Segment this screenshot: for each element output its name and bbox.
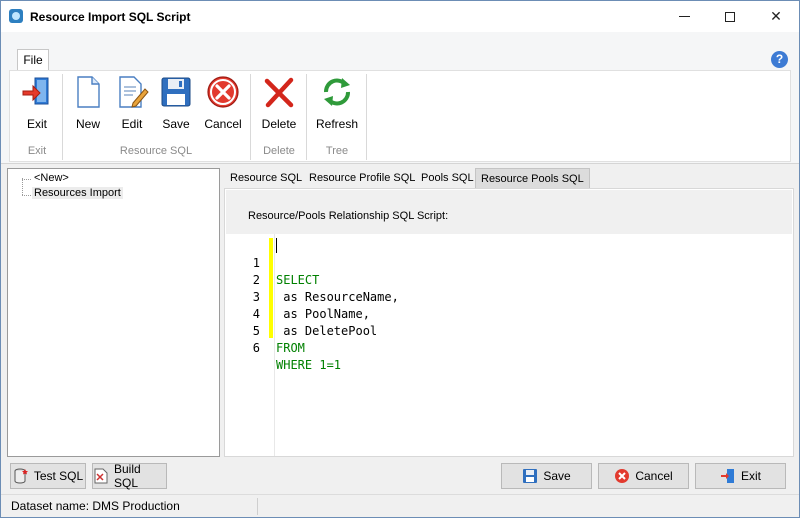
save-label: Save xyxy=(543,469,571,483)
new-ribbon-button[interactable]: New xyxy=(68,75,108,133)
database-icon xyxy=(13,468,29,484)
code-text: WHERE 1=1 xyxy=(276,358,342,372)
ribbon: File ? Exit Exit New Edit Save Cancel Re… xyxy=(1,32,799,164)
code-line: 1 SELECT xyxy=(226,238,786,287)
title-bar: Resource Import SQL Script ✕ xyxy=(1,1,799,32)
code-line: 6 WHERE 1=1 xyxy=(226,323,786,372)
status-bar: Dataset name: DMS Production xyxy=(1,494,799,517)
tab-resource-sql[interactable]: Resource SQL xyxy=(225,168,307,188)
cancel-label: Cancel xyxy=(635,469,673,483)
text-caret xyxy=(276,238,277,253)
red-x-icon xyxy=(264,77,294,108)
refresh-ribbon-button[interactable]: Refresh xyxy=(312,75,362,133)
dataset-value: DMS Production xyxy=(92,499,180,513)
resource-tree[interactable]: <New> Resources Import xyxy=(7,168,220,457)
group-label-delete: Delete xyxy=(263,145,295,157)
exit-ribbon-button[interactable]: Exit xyxy=(14,75,60,133)
app-window: Resource Import SQL Script ✕ File ? Exit… xyxy=(0,0,800,518)
file-tab[interactable]: File xyxy=(17,49,49,70)
exit-label: Exit xyxy=(26,117,47,131)
dataset-label: Dataset name: xyxy=(11,499,90,513)
cancel-label: Cancel xyxy=(204,117,242,131)
cancel-button[interactable]: Cancel xyxy=(598,463,689,489)
test-sql-button[interactable]: Test SQL xyxy=(10,463,86,489)
tab-resource-profile-sql[interactable]: Resource Profile SQL xyxy=(304,168,420,188)
tree-connector xyxy=(22,178,23,195)
maximize-icon xyxy=(725,11,735,22)
dataset-status: Dataset name: DMS Production xyxy=(11,499,180,513)
ribbon-separator xyxy=(250,74,251,160)
save-label: Save xyxy=(162,117,190,131)
delete-ribbon-button[interactable]: Delete xyxy=(256,75,302,133)
exit-door-icon xyxy=(22,77,49,105)
group-label-resource-sql: Resource SQL xyxy=(119,145,193,157)
window-title: Resource Import SQL Script xyxy=(30,10,191,24)
ribbon-separator xyxy=(306,74,307,160)
floppy-disk-icon xyxy=(522,468,538,484)
edit-document-icon xyxy=(119,76,149,108)
tree-connector xyxy=(22,179,31,180)
close-button[interactable]: ✕ xyxy=(753,1,799,32)
code-line: 5 FROM xyxy=(226,306,786,355)
ribbon-panel: Exit Exit New Edit Save Cancel Resource … xyxy=(9,70,791,162)
app-icon xyxy=(9,9,23,23)
save-button[interactable]: Save xyxy=(501,463,592,489)
ribbon-separator xyxy=(366,74,367,160)
group-label-tree: Tree xyxy=(325,145,349,157)
tab-resource-pools-sql[interactable]: Resource Pools SQL xyxy=(475,168,590,188)
ribbon-separator xyxy=(62,74,63,160)
build-sql-button[interactable]: Build SQL xyxy=(92,462,167,490)
refresh-arrows-icon xyxy=(324,78,350,106)
build-sql-icon xyxy=(93,468,109,484)
floppy-disk-icon xyxy=(161,77,191,107)
group-label-exit: Exit xyxy=(27,145,47,157)
line-number: 6 xyxy=(252,341,260,355)
sql-panel: Resource/Pools Relationship SQL Script: … xyxy=(224,188,794,457)
tree-item-resources-import[interactable]: Resources Import xyxy=(32,187,123,199)
status-separator xyxy=(257,498,258,515)
code-line: 4 as DeletePool xyxy=(226,289,786,338)
help-icon[interactable]: ? xyxy=(771,51,788,68)
new-label: New xyxy=(75,117,100,131)
tab-pools-sql[interactable]: Pools SQL xyxy=(416,168,479,188)
code-line: 2 as ResourceName, xyxy=(226,255,786,304)
exit-door-icon xyxy=(720,468,736,484)
cancel-circle-icon xyxy=(207,76,239,108)
edit-label: Edit xyxy=(121,117,143,131)
minimize-button[interactable] xyxy=(661,1,707,32)
minimize-icon xyxy=(678,16,690,17)
exit-label: Exit xyxy=(740,469,761,483)
sql-tabs: Resource SQL Resource Profile SQL Pools … xyxy=(224,168,794,188)
build-sql-label: Build SQL xyxy=(114,462,141,490)
refresh-label: Refresh xyxy=(315,117,359,131)
panel-header: Resource/Pools Relationship SQL Script: xyxy=(226,190,792,234)
maximize-button[interactable] xyxy=(707,1,753,32)
tree-connector xyxy=(22,195,31,196)
test-sql-label: Test SQL xyxy=(33,469,84,483)
exit-button[interactable]: Exit xyxy=(695,463,786,489)
delete-label: Delete xyxy=(261,117,297,131)
panel-caption: Resource/Pools Relationship SQL Script: xyxy=(248,210,449,222)
edit-ribbon-button[interactable]: Edit xyxy=(112,75,152,133)
save-ribbon-button[interactable]: Save xyxy=(156,75,196,133)
sql-editor[interactable]: 1 SELECT 2 as ResourceName, 3 as PoolNam… xyxy=(226,234,792,456)
close-icon: ✕ xyxy=(770,8,782,24)
tree-item-new[interactable]: <New> xyxy=(32,172,71,184)
new-document-icon xyxy=(77,76,100,108)
cancel-circle-icon xyxy=(614,468,630,484)
cancel-ribbon-button[interactable]: Cancel xyxy=(200,75,246,133)
code-line: 3 as PoolName, xyxy=(226,272,786,321)
